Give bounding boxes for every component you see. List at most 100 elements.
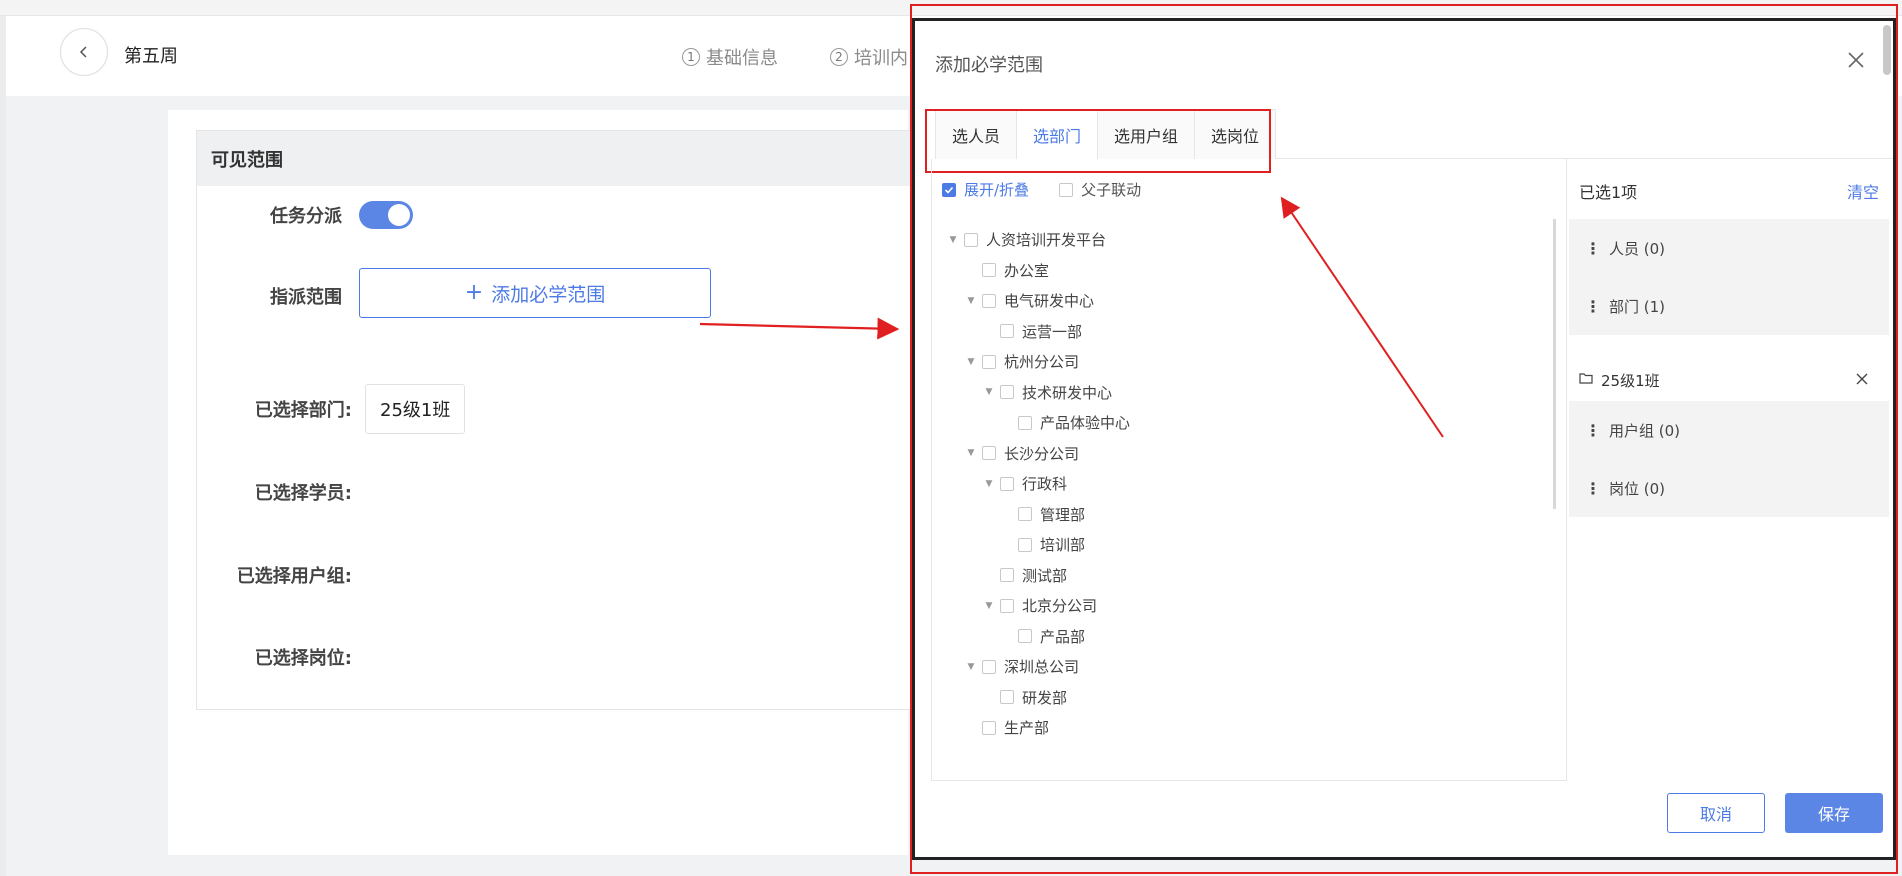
tree-node-label: 深圳总公司 (1004, 658, 1080, 676)
tree-node-label: 管理部 (1040, 505, 1086, 524)
selected-count: 已选1项 (1579, 183, 1638, 202)
tree-node[interactable]: ▼ 人资培训开发平台 (948, 229, 1106, 250)
tree-node[interactable]: ▼ 长沙分公司 (966, 443, 1079, 464)
save-button[interactable]: 保存 (1785, 793, 1883, 833)
tree-node-label: 测试部 (1022, 566, 1068, 585)
tree-node-checkbox[interactable] (1018, 537, 1032, 552)
tree-scrollbar[interactable] (1553, 219, 1556, 509)
tree-node-label: 人资培训开发平台 (986, 231, 1107, 249)
tree-node-label: 行政科 (1022, 475, 1068, 493)
selection-group-people[interactable]: ⋮ 人员 (0) (1569, 219, 1889, 277)
tree-node[interactable]: 研发部 (984, 687, 1067, 708)
tree-node[interactable]: 产品部 (1002, 626, 1085, 647)
chosen-dept-label: 25级1班 (1601, 371, 1660, 390)
tree-node[interactable]: 产品体验中心 (1002, 412, 1130, 433)
tree-node[interactable]: ▼ 北京分公司 (984, 595, 1097, 616)
step-label: 基础信息 (706, 48, 778, 69)
tree-node-checkbox[interactable] (1000, 476, 1014, 491)
tree-node-checkbox[interactable] (982, 659, 996, 674)
tree-node-checkbox[interactable] (982, 293, 996, 308)
department-tree-panel: 展开/折叠 父子联动 ▼ 人资培训开发平台办公室 ▼ 电气研发中心运营一部 ▼ 杭州分公司… (931, 159, 1567, 781)
cancel-button[interactable]: 取消 (1667, 793, 1765, 833)
caret-down-icon[interactable]: ▼ (966, 448, 976, 458)
dialog-scrollbar[interactable] (1883, 25, 1891, 75)
group-label: 岗位 (0) (1609, 479, 1666, 498)
tree-node[interactable]: ▼ 深圳总公司 (966, 656, 1079, 677)
caret-down-icon[interactable]: ▼ (984, 601, 994, 611)
expand-collapse-option[interactable]: 展开/折叠 (942, 179, 1029, 200)
tree-node-checkbox[interactable] (1000, 598, 1014, 613)
selection-group-post[interactable]: ⋮ 岗位 (0) (1569, 459, 1889, 517)
tree-toolbar: 展开/折叠 父子联动 (942, 179, 1141, 200)
caret-down-icon[interactable]: ▼ (984, 479, 994, 489)
tree-node-checkbox[interactable] (982, 446, 996, 460)
tree-node[interactable]: 生产部 (966, 717, 1049, 738)
tree-node[interactable]: 办公室 (966, 260, 1049, 281)
selected-group-label: 已选择用户组: (236, 566, 352, 587)
chosen-dept-item: 25级1班 (1569, 359, 1889, 401)
more-icon: ⋮ (1585, 296, 1601, 316)
step-training-content[interactable]: 2 培训内 (830, 44, 908, 70)
parent-child-link-label: 父子联动 (1081, 181, 1142, 199)
expand-collapse-checkbox[interactable] (942, 182, 956, 197)
close-button[interactable] (1845, 49, 1867, 71)
visible-scope-section: 可见范围 任务分派 指派范围 + 添加必学范围 已选择部门: 25级1班 已选择… (196, 130, 916, 710)
tree-node[interactable]: 管理部 (1002, 504, 1085, 525)
tree-node-label: 技术研发中心 (1022, 383, 1113, 402)
tree-node[interactable]: ▼ 技术研发中心 (984, 382, 1112, 403)
step-indicator: 1 基础信息 2 培训内 (682, 44, 908, 70)
tree-node-checkbox[interactable] (1000, 568, 1014, 582)
clear-button[interactable]: 清空 (1847, 179, 1879, 203)
add-required-scope-button[interactable]: + 添加必学范围 (359, 268, 711, 318)
folder-icon (1579, 371, 1593, 389)
task-assign-toggle[interactable] (359, 201, 413, 229)
tree-node-label: 产品部 (1040, 627, 1086, 646)
more-icon: ⋮ (1585, 238, 1601, 258)
back-button[interactable] (60, 28, 108, 76)
selection-group-user-group[interactable]: ⋮ 用户组 (0) (1569, 401, 1889, 459)
selected-dept-label: 已选择部门: (254, 400, 352, 421)
tree-node-label: 电气研发中心 (1004, 292, 1095, 310)
tree-node[interactable]: 运营一部 (984, 321, 1082, 342)
tree-node-label: 生产部 (1004, 719, 1050, 737)
parent-child-link-checkbox[interactable] (1059, 182, 1074, 197)
tree-node[interactable]: 培训部 (1002, 534, 1085, 555)
selected-dept-tag: 25级1班 (365, 384, 466, 434)
tree-node-checkbox[interactable] (1018, 629, 1032, 643)
tree-node[interactable]: ▼ 杭州分公司 (966, 351, 1079, 372)
caret-down-icon[interactable]: ▼ (984, 387, 994, 397)
tree-node[interactable]: 测试部 (984, 565, 1067, 586)
chevron-left-icon (79, 46, 87, 58)
tree-node-label: 培训部 (1040, 536, 1086, 554)
parent-child-link-option[interactable]: 父子联动 (1059, 179, 1141, 200)
tree-node-checkbox[interactable] (1000, 324, 1014, 338)
selection-group-top: ⋮ 人员 (0) ⋮ 部门 (1) (1569, 219, 1889, 335)
selection-group-department[interactable]: ⋮ 部门 (1) (1569, 277, 1889, 335)
tree-node-checkbox[interactable] (982, 263, 996, 277)
more-icon: ⋮ (1585, 420, 1601, 440)
add-scope-label: 添加必学范围 (491, 283, 606, 306)
caret-down-icon[interactable]: ▼ (966, 357, 976, 367)
tree-node-checkbox[interactable] (1000, 690, 1014, 704)
tree-node-checkbox[interactable] (964, 232, 978, 247)
caret-down-icon[interactable]: ▼ (966, 662, 976, 672)
close-icon (1856, 373, 1868, 385)
tree-node-checkbox[interactable] (1018, 507, 1032, 521)
tree-node-checkbox[interactable] (982, 720, 996, 735)
more-icon: ⋮ (1585, 478, 1601, 498)
selected-post-label: 已选择岗位: (254, 648, 352, 669)
close-icon (1848, 52, 1864, 68)
caret-down-icon[interactable]: ▼ (966, 296, 976, 306)
caret-down-icon[interactable]: ▼ (948, 235, 958, 245)
remove-chosen-button[interactable] (1855, 372, 1869, 386)
expand-collapse-label: 展开/折叠 (964, 181, 1030, 199)
plus-icon: + (464, 280, 484, 305)
step-basic-info[interactable]: 1 基础信息 (682, 44, 778, 70)
tree-node-checkbox[interactable] (1000, 385, 1014, 399)
tree-node[interactable]: ▼ 行政科 (984, 473, 1067, 494)
tree-node[interactable]: ▼ 电气研发中心 (966, 290, 1094, 311)
tree-node-label: 办公室 (1004, 261, 1050, 280)
tree-node-checkbox[interactable] (1018, 415, 1032, 430)
section-title: 可见范围 (197, 131, 915, 186)
tree-node-checkbox[interactable] (982, 354, 996, 369)
